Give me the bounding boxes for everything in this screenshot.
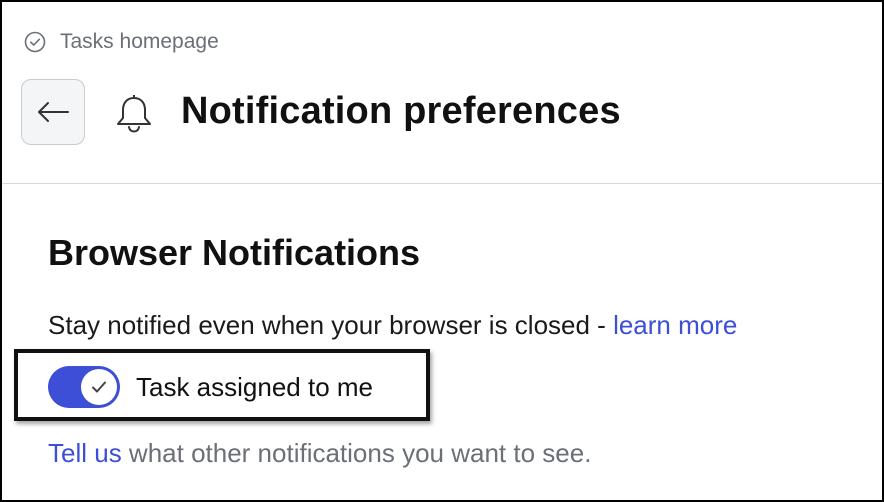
check-circle-icon — [24, 31, 46, 53]
footer-text: Tell us what other notifications you wan… — [48, 438, 591, 469]
tell-us-link[interactable]: Tell us — [48, 438, 122, 468]
page-title: Notification preferences — [181, 90, 621, 132]
arrow-left-icon — [36, 100, 70, 124]
task-assigned-toggle[interactable] — [48, 366, 120, 408]
description-text: Stay notified even when your browser is … — [48, 310, 614, 340]
bell-icon — [112, 93, 156, 133]
check-icon — [90, 379, 108, 395]
back-button[interactable] — [21, 79, 85, 145]
learn-more-link[interactable]: learn more — [613, 310, 737, 340]
header-divider — [2, 183, 882, 184]
breadcrumb-label[interactable]: Tasks homepage — [60, 30, 219, 54]
toggle-label: Task assigned to me — [136, 371, 374, 402]
toggle-knob — [81, 369, 117, 405]
section-title: Browser Notifications — [48, 232, 421, 273]
footer-message: what other notifications you want to see… — [121, 438, 592, 468]
breadcrumb[interactable]: Tasks homepage — [24, 30, 219, 54]
section-description: Stay notified even when your browser is … — [48, 310, 737, 341]
toggle-row-task-assigned[interactable]: Task assigned to me — [48, 366, 373, 408]
